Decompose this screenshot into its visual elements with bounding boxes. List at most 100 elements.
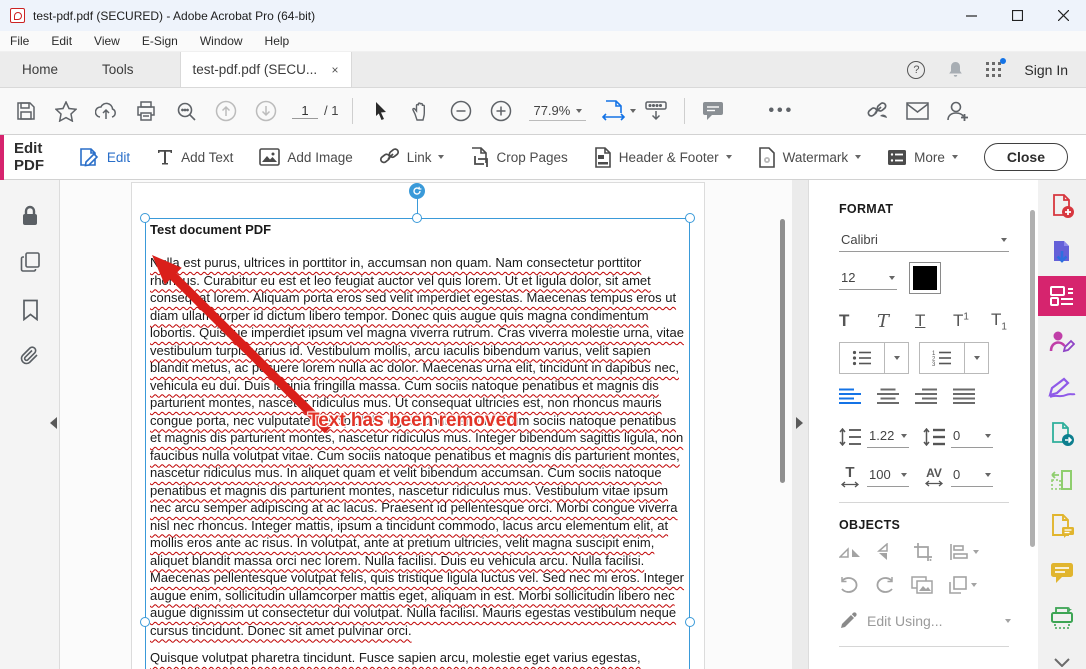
fill-and-sign-icon[interactable] [1038,322,1086,362]
notifications-bell-icon[interactable] [947,61,964,79]
page-number-input[interactable]: 1 [292,103,318,119]
tab-document[interactable]: test-pdf.pdf (SECU... × [180,52,352,87]
more-tools-button[interactable]: More [887,149,958,166]
subscript-button[interactable]: T1 [991,310,1029,332]
rotation-handle[interactable] [409,183,425,199]
italic-button[interactable]: T [877,311,915,332]
minimize-button[interactable] [948,0,994,31]
close-button[interactable] [1040,0,1086,31]
text-selection-box[interactable] [145,218,690,669]
create-pdf-icon[interactable] [1038,186,1086,226]
panel-scrollbar[interactable] [1030,210,1035,547]
crop-pages-button[interactable]: Crop Pages [470,147,567,168]
align-left-button[interactable] [839,388,877,408]
font-size-select[interactable]: 12 [839,268,897,290]
tab-tools[interactable]: Tools [80,52,156,87]
horizontal-scale-select[interactable]: 100 [867,465,909,487]
send-pdf-icon[interactable] [1038,414,1086,454]
help-icon[interactable]: ? [907,61,925,79]
request-signatures-icon[interactable] [1038,506,1086,546]
zoom-in-icon[interactable] [481,93,521,129]
font-color-picker[interactable] [909,262,941,294]
numbered-list-button[interactable]: 123 [919,342,989,374]
align-justify-button[interactable] [953,388,991,408]
selection-handle-top-right[interactable] [685,213,695,223]
sign-in-avatar-icon[interactable] [937,93,977,129]
selection-handle-top-middle[interactable] [412,213,422,223]
security-lock-icon[interactable] [16,202,44,230]
more-tools-chevron-icon[interactable] [1038,642,1086,669]
next-page-icon[interactable] [246,93,286,129]
flip-vertical-icon[interactable] [877,543,897,561]
export-pdf-icon[interactable] [1038,232,1086,272]
bookmarks-icon[interactable] [16,296,44,324]
menu-window[interactable]: Window [200,34,243,48]
edit-tool-button[interactable]: Edit [78,146,130,168]
tab-home[interactable]: Home [0,52,80,87]
menu-view[interactable]: View [94,34,120,48]
header-footer-button[interactable]: Header & Footer [594,147,732,168]
email-icon[interactable] [897,93,937,129]
watermark-button[interactable]: Watermark [758,147,862,168]
save-icon[interactable] [6,93,46,129]
rotate-counterclockwise-icon[interactable] [839,576,859,594]
print-icon[interactable] [126,93,166,129]
menu-help[interactable]: Help [265,34,290,48]
edit-pdf-icon[interactable] [1038,276,1086,316]
edit-using-row[interactable]: Edit Using... [839,612,1011,630]
arrange-objects-button[interactable] [949,576,977,594]
line-spacing-select[interactable]: 1.22 [867,426,909,448]
underline-button[interactable]: T [915,311,953,331]
document-viewport[interactable]: Test document PDF Nulla est purus, ultri… [60,180,792,669]
scan-ocr-icon[interactable] [1038,598,1086,638]
close-edit-pdf-button[interactable]: Close [984,143,1068,171]
more-options-icon[interactable]: ••• [761,93,801,129]
toolbar-position-icon[interactable] [636,93,676,129]
share-link-icon[interactable] [857,93,897,129]
add-text-button[interactable]: Add Text [156,148,233,166]
align-center-button[interactable] [877,388,915,408]
comments-icon[interactable] [1038,552,1086,592]
superscript-button[interactable]: T1 [953,311,991,331]
select-tool-icon[interactable] [361,93,401,129]
align-objects-button[interactable] [949,543,979,561]
menu-esign[interactable]: E-Sign [142,34,178,48]
app-grid-icon[interactable] [986,62,1002,78]
link-button[interactable]: Link [379,147,445,167]
zoom-out-icon[interactable] [441,93,481,129]
selection-handle-top-left[interactable] [140,213,150,223]
page-thumbnails-icon[interactable] [16,248,44,276]
expand-right-panel-icon[interactable] [796,417,803,429]
organize-pages-icon[interactable] [1038,460,1086,500]
previous-page-icon[interactable] [206,93,246,129]
document-scrollbar[interactable] [780,219,785,483]
e-sign-icon[interactable] [1038,368,1086,408]
removed-text-annotation[interactable]: Text has been removed [308,410,518,432]
attachments-icon[interactable] [16,342,44,370]
star-icon[interactable] [46,93,86,129]
search-icon[interactable] [166,93,206,129]
hand-tool-icon[interactable] [401,93,441,129]
bold-button[interactable]: T [839,311,877,331]
crop-object-icon[interactable] [913,542,933,562]
comment-icon[interactable] [693,93,733,129]
align-right-button[interactable] [915,388,953,408]
paragraph-spacing-select[interactable]: 0 [951,426,993,448]
rotate-clockwise-icon[interactable] [875,576,895,594]
zoom-level-select[interactable]: 77.9% [529,101,586,121]
bulleted-list-button[interactable] [839,342,909,374]
share-cloud-icon[interactable] [86,93,126,129]
menu-edit[interactable]: Edit [51,34,72,48]
flip-horizontal-icon[interactable] [839,543,861,561]
char-spacing-select[interactable]: 0 [951,465,993,487]
add-image-button[interactable]: Add Image [259,148,352,166]
selection-handle-middle-left[interactable] [140,617,150,627]
selection-handle-middle-right[interactable] [685,617,695,627]
fit-width-icon[interactable] [594,93,634,129]
tab-close-icon[interactable]: × [332,63,339,77]
replace-image-icon[interactable] [911,576,933,594]
menu-file[interactable]: File [10,34,29,48]
collapse-left-panel-icon[interactable] [50,417,57,429]
font-family-select[interactable]: Calibri [839,230,1009,252]
sign-in-button[interactable]: Sign In [1024,62,1068,78]
